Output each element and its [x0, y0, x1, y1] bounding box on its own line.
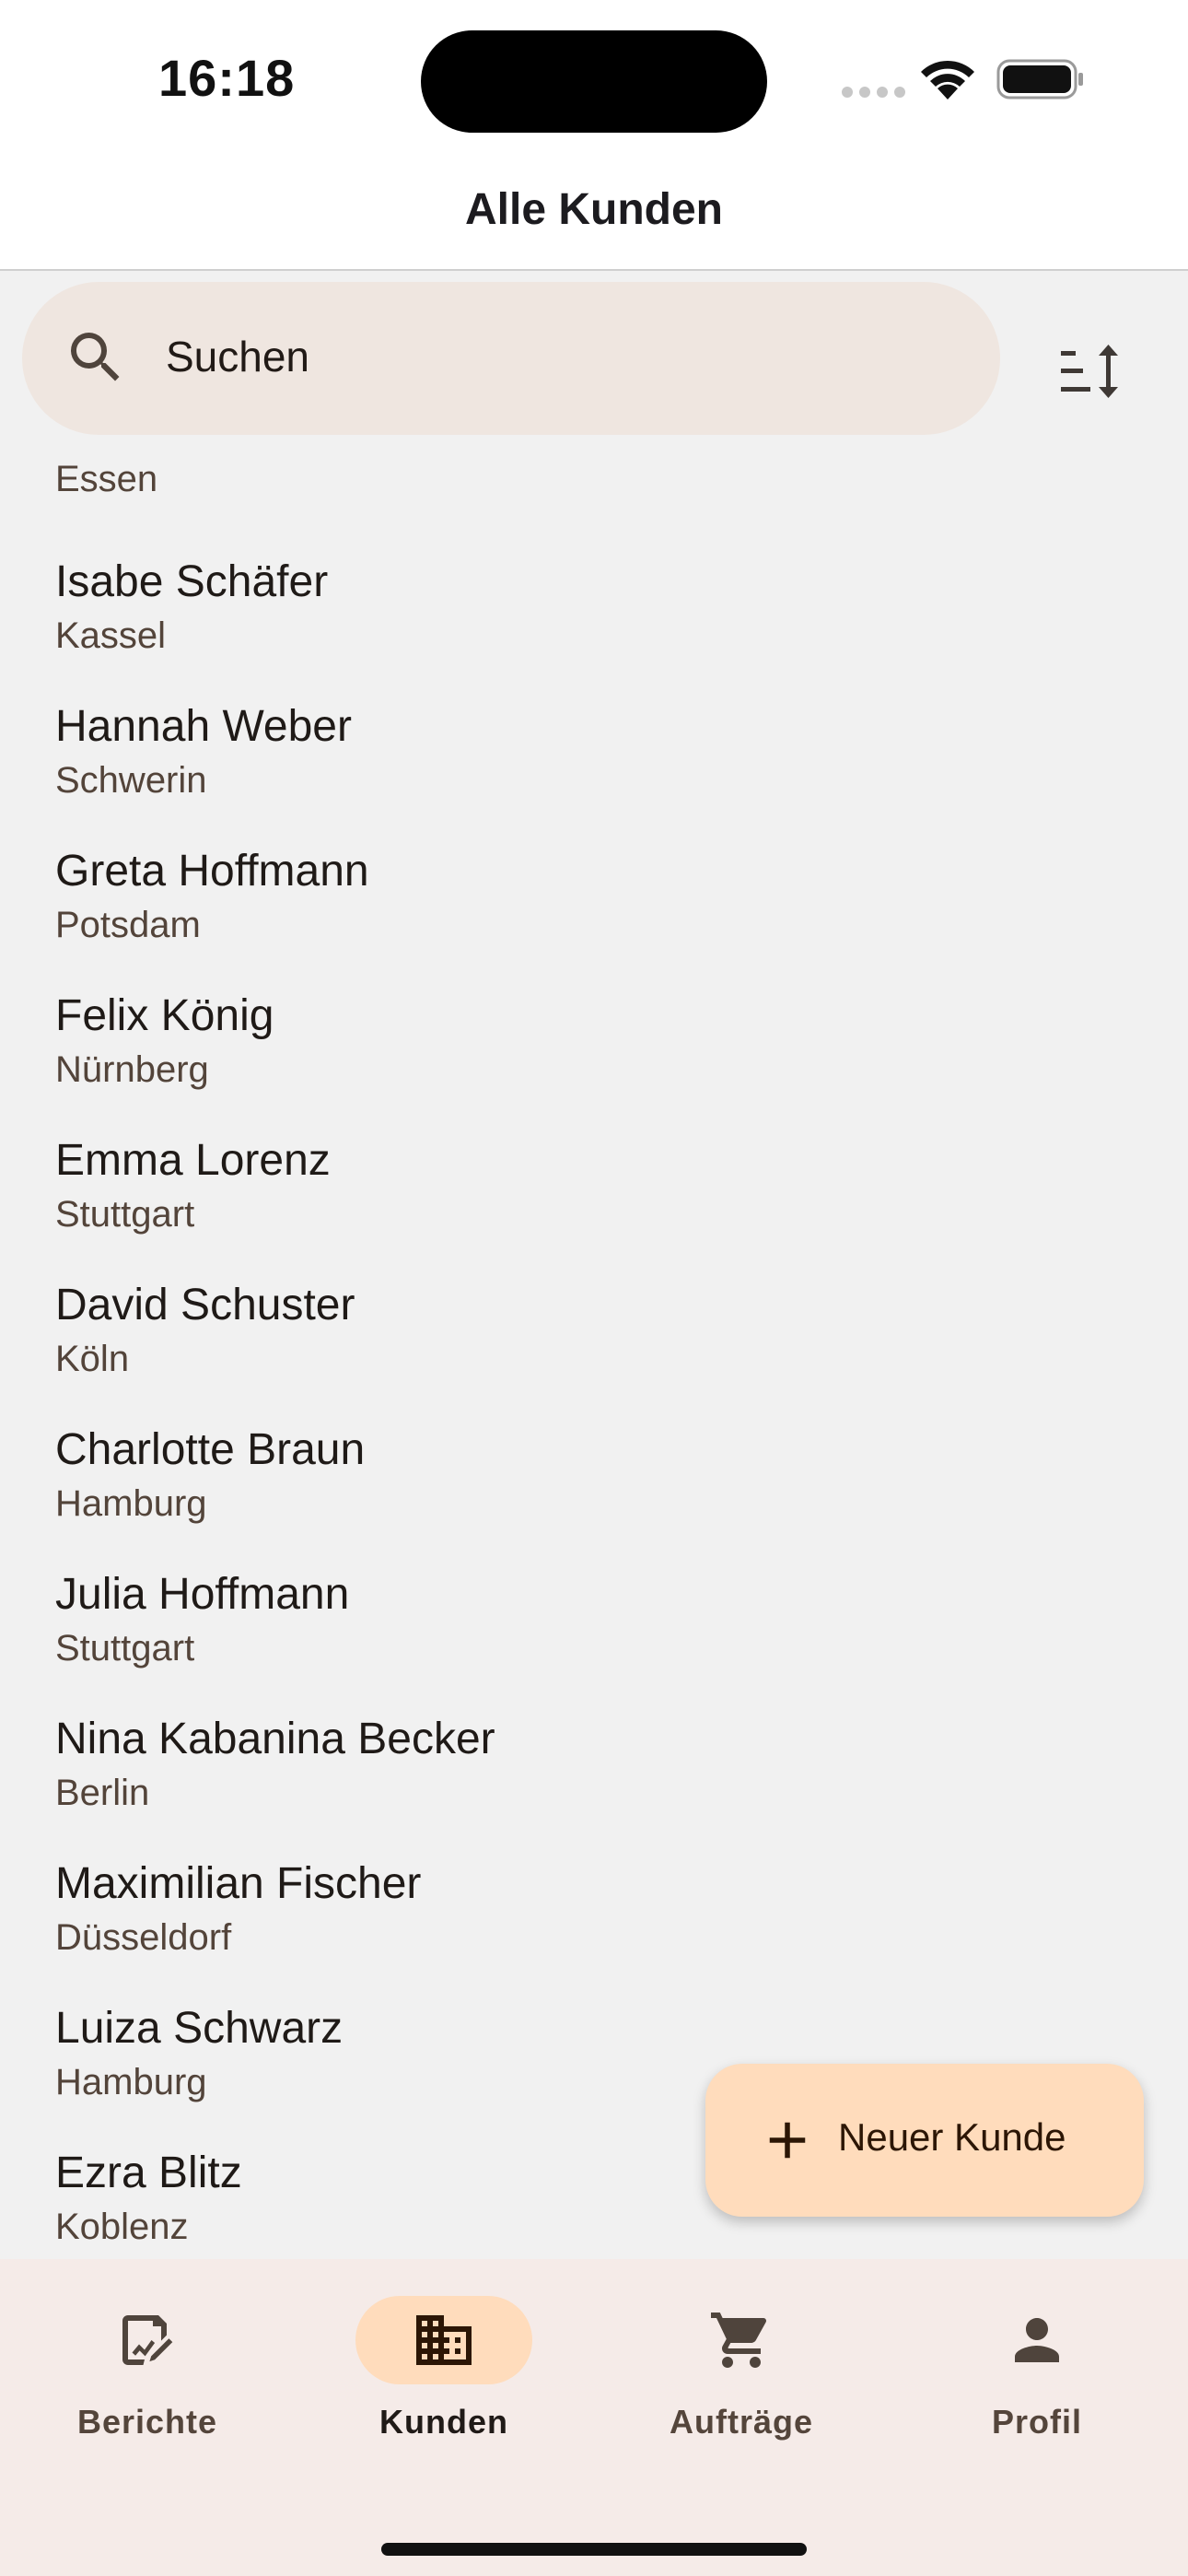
- customer-city: Düsseldorf: [55, 1917, 232, 1958]
- navigation-header: Alle Kunden: [0, 157, 1188, 271]
- customer-city: Koblenz: [55, 2207, 189, 2247]
- customer-name: Greta Hoffmann: [55, 847, 369, 896]
- customer-name: Isabe Schäfer: [55, 557, 329, 606]
- list-item[interactable]: Greta Hoffmann Potsdam: [0, 833, 1188, 978]
- status-time: 16:18: [158, 49, 296, 107]
- person-icon: [1015, 2318, 1059, 2362]
- nav-item-berichte[interactable]: Berichte: [29, 2296, 250, 2462]
- customer-name: Charlotte Braun: [55, 1425, 366, 1474]
- building-icon: [416, 2315, 472, 2365]
- list-item[interactable]: Hannah Weber Schwerin: [0, 688, 1188, 833]
- customer-name: Luiza Schwarz: [55, 2004, 344, 2053]
- nav-item-profil[interactable]: Profil: [919, 2296, 1140, 2462]
- list-item[interactable]: Maximilian Fischer Düsseldorf: [0, 1845, 1188, 1990]
- sort-icon: [1061, 345, 1118, 398]
- nav-pill: [59, 2296, 236, 2384]
- cellular-signal-icon: [842, 87, 906, 98]
- nav-label-profil: Profil: [991, 2403, 1082, 2441]
- plus-icon: [769, 2122, 806, 2159]
- customer-city: Nürnberg: [55, 1049, 209, 1090]
- nav-item-kunden[interactable]: Kunden: [326, 2296, 547, 2462]
- report-edit-icon: [122, 2315, 173, 2365]
- customer-name: Maximilian Fischer: [55, 1859, 422, 1908]
- nav-pill-active: [355, 2296, 532, 2384]
- customer-city: Berlin: [55, 1773, 150, 1813]
- customer-city: Potsdam: [55, 905, 201, 945]
- customer-city: Köln: [55, 1339, 130, 1379]
- list-item-partial-city: Essen: [55, 459, 158, 499]
- search-input[interactable]: Suchen: [166, 332, 309, 381]
- nav-pill: [949, 2296, 1125, 2384]
- list-item[interactable]: Isabe Schäfer Kassel: [0, 544, 1188, 688]
- customer-city: Schwerin: [55, 760, 207, 801]
- new-customer-label: Neuer Kunde: [838, 2115, 1066, 2159]
- new-customer-button[interactable]: Neuer Kunde: [705, 2064, 1144, 2217]
- customer-city: Stuttgart: [55, 1194, 195, 1235]
- nav-label-berichte: Berichte: [76, 2403, 218, 2441]
- list-item[interactable]: David Schuster Köln: [0, 1267, 1188, 1411]
- page-title: Alle Kunden: [464, 185, 723, 234]
- customer-name: Nina Kabanina Becker: [55, 1715, 495, 1763]
- list-item[interactable]: Felix König Nürnberg: [0, 978, 1188, 1122]
- search-bar[interactable]: Suchen: [22, 282, 1000, 435]
- search-icon: [71, 333, 120, 381]
- status-bar: 16:18: [0, 0, 1188, 157]
- home-indicator[interactable]: [381, 2543, 807, 2556]
- list-item[interactable]: Nina Kabanina Becker Berlin: [0, 1701, 1188, 1845]
- battery-icon: [996, 59, 1083, 100]
- customer-city: Hamburg: [55, 2062, 207, 2102]
- dynamic-island: [421, 30, 767, 133]
- customer-list: Essen Isabe Schäfer Kassel Hannah Weber …: [0, 442, 1188, 2259]
- nav-pill: [653, 2296, 830, 2384]
- customer-name: Ezra Blitz: [55, 2149, 242, 2197]
- customer-name: Hannah Weber: [55, 702, 352, 751]
- customer-city: Stuttgart: [55, 1628, 195, 1669]
- wifi-icon: [921, 60, 974, 100]
- customer-name: Felix König: [55, 991, 274, 1040]
- sort-button[interactable]: [1039, 330, 1146, 413]
- customer-city: Kassel: [55, 615, 167, 656]
- bottom-navigation: Berichte Kunden Aufträge Profil: [0, 2259, 1188, 2576]
- list-item[interactable]: Charlotte Braun Hamburg: [0, 1411, 1188, 1556]
- customer-name: Julia Hoffmann: [55, 1570, 350, 1619]
- nav-item-auftraege[interactable]: Aufträge: [623, 2296, 844, 2462]
- nav-label-kunden: Kunden: [379, 2403, 508, 2441]
- customer-name: David Schuster: [55, 1281, 355, 1329]
- screen: 16:18 Alle Kunden Suchen Essen Isabe Sch…: [0, 0, 1188, 2576]
- customer-city: Hamburg: [55, 1483, 207, 1524]
- list-item[interactable]: Julia Hoffmann Stuttgart: [0, 1556, 1188, 1701]
- nav-label-auftraege: Aufträge: [669, 2403, 813, 2441]
- cart-icon: [711, 2313, 767, 2368]
- customer-name: Emma Lorenz: [55, 1136, 331, 1185]
- list-item[interactable]: Emma Lorenz Stuttgart: [0, 1122, 1188, 1267]
